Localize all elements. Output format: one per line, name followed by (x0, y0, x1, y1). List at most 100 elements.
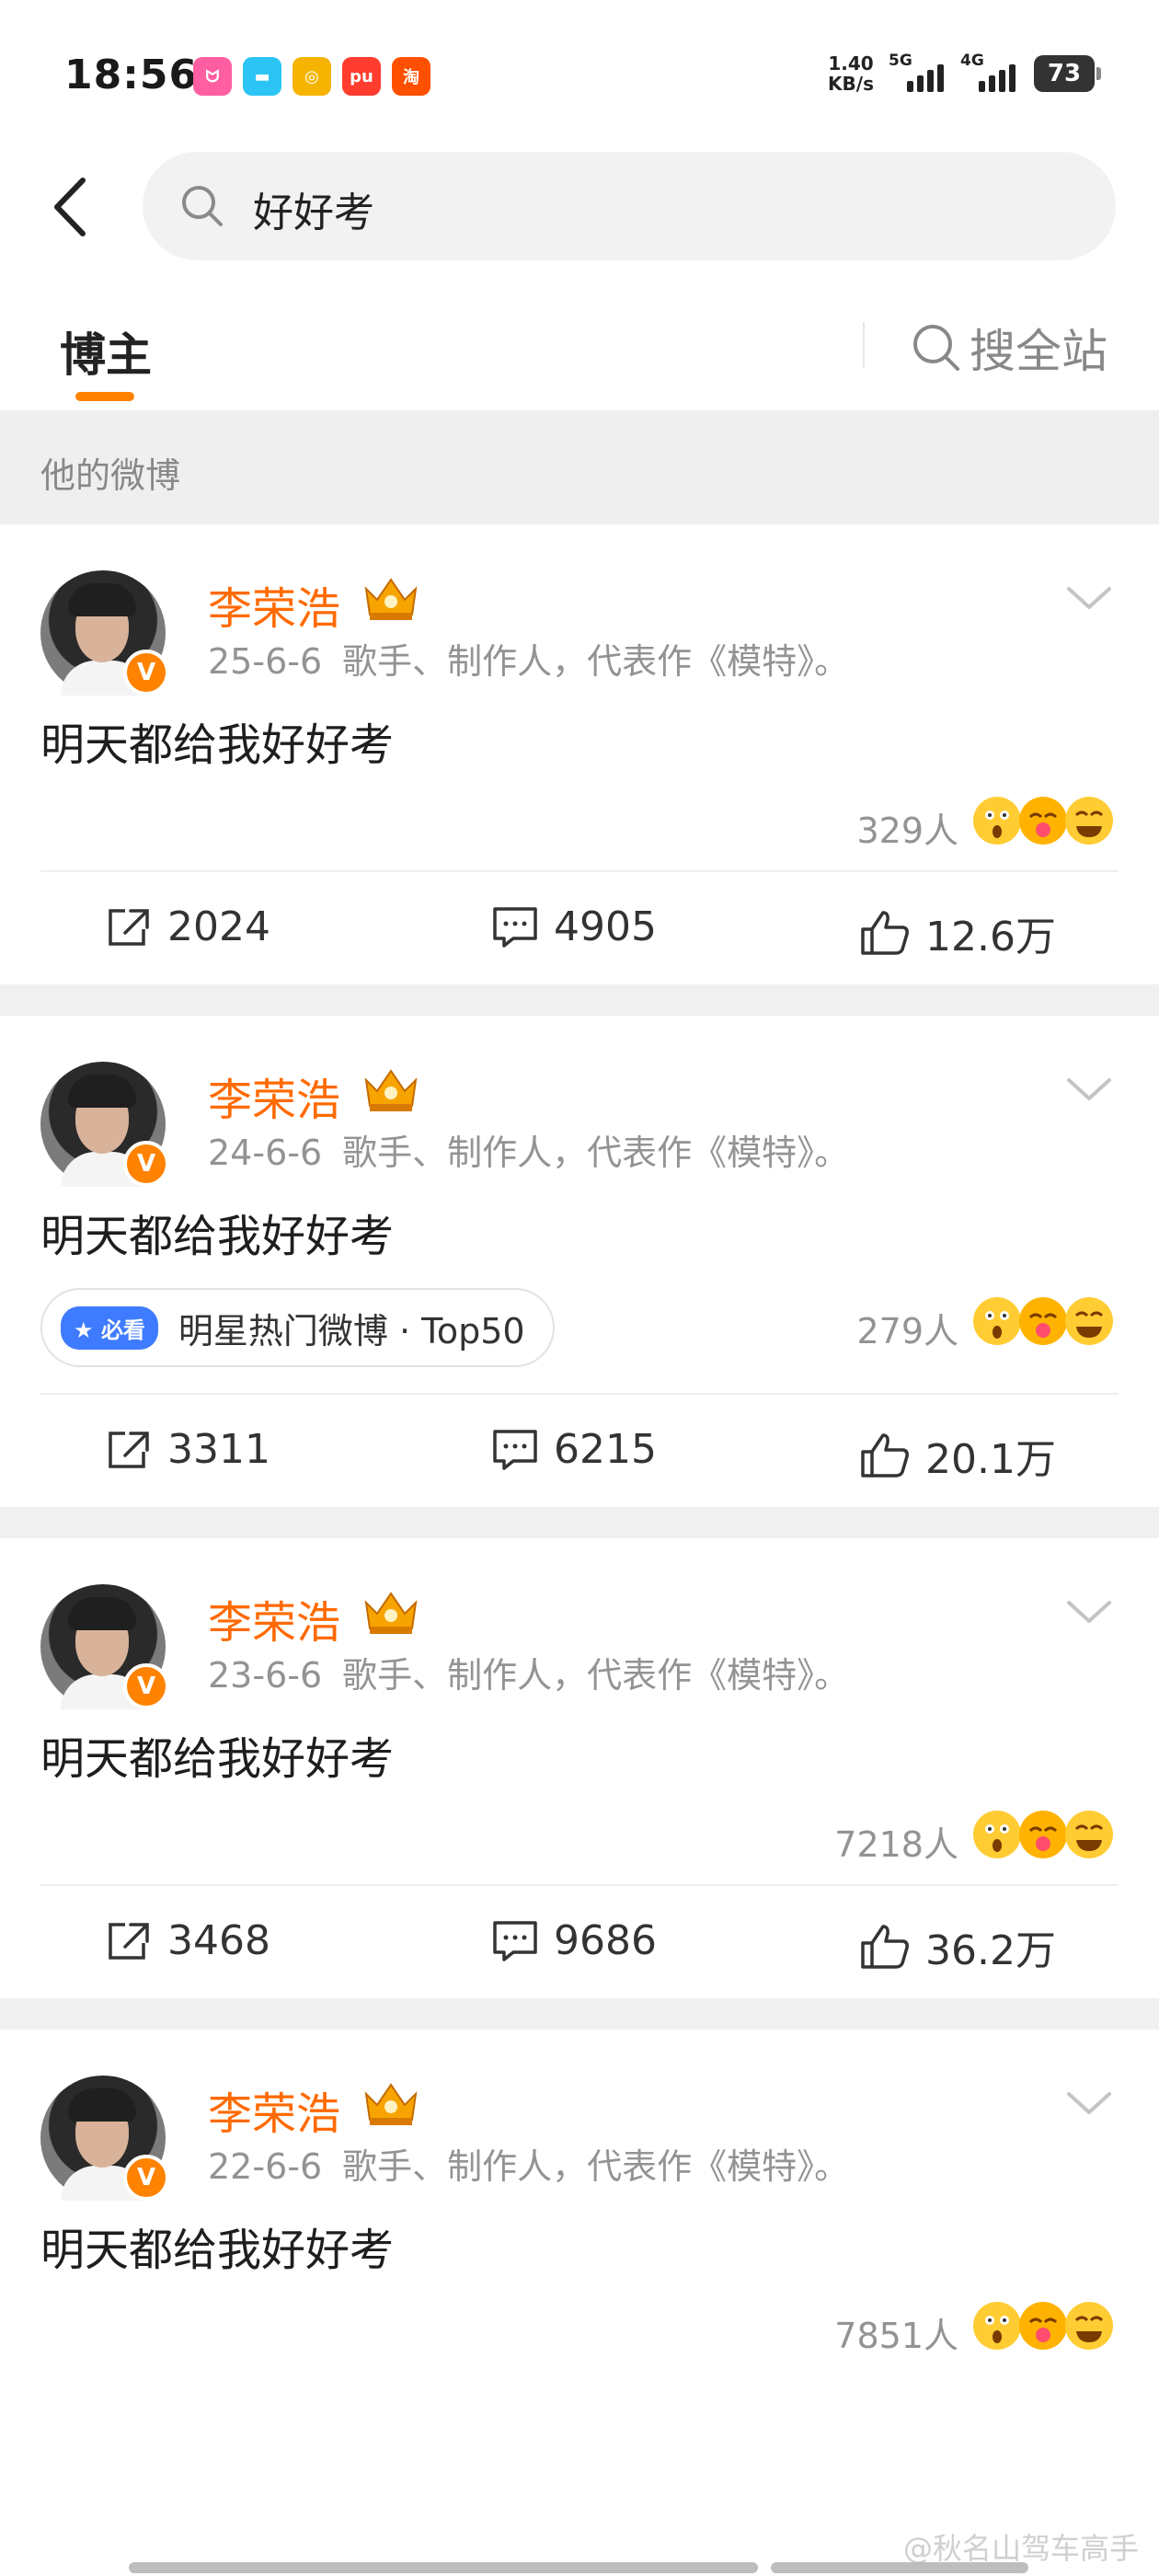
user-bio: 歌手、制作人，代表作《模特》。 (342, 1655, 850, 1696)
back-button[interactable] (42, 166, 98, 248)
section-header: 他的微博 (0, 410, 1159, 524)
reaction-emoji-icons[interactable] (970, 2298, 1117, 2353)
repost-count: 3468 (167, 1917, 270, 1964)
status-indicators: 1.40 KB/s 5G 4G 73 (828, 52, 1101, 95)
like-count: 36.2万 (925, 1927, 1056, 1974)
cloud-app-icon: ▬ (243, 57, 281, 96)
home-indicator (399, 2562, 758, 2573)
search-icon (182, 186, 223, 226)
back-arrow-icon (54, 178, 86, 236)
tab-blogger[interactable]: 博主 (60, 318, 152, 385)
crown-icon (364, 2083, 418, 2125)
chevron-down-icon[interactable] (1065, 1071, 1113, 1108)
crown-icon (364, 578, 418, 620)
search-input[interactable]: 好好考 (143, 152, 1116, 260)
username[interactable]: 李荣浩 (208, 1064, 340, 1128)
tab-bar: 博主 搜全站 (0, 294, 1159, 410)
post-text[interactable]: 明天都给我好好考 (0, 2214, 1159, 2287)
repost-button[interactable]: 2024 (105, 903, 270, 950)
status-bar: 18:56 ᗢ ▬ ◎ pu 淘 1.40 KB/s 5G 4G 73 (0, 0, 1159, 147)
comment-button[interactable]: 9686 (491, 1917, 657, 1964)
tab-divider (863, 322, 865, 368)
comment-icon (493, 906, 537, 948)
tab-active-indicator (75, 392, 134, 401)
must-see-badge: ★ 必看 (61, 1305, 158, 1350)
status-time: 18:56 (64, 52, 199, 98)
post-meta: 24-6-6 歌手、制作人，代表作《模特》。 (208, 1124, 849, 1175)
notification-app-icons: ᗢ ▬ ◎ pu 淘 (193, 57, 430, 96)
post-meta: 23-6-6 歌手、制作人，代表作《模特》。 (208, 1647, 849, 1697)
post-card[interactable]: V 李荣浩 23-6-6 歌手、制作人，代表作《模特》。 明天都给我好好考 721… (0, 1538, 1159, 2030)
verified-badge-icon: V (123, 650, 169, 696)
repost-button[interactable]: 3311 (105, 1426, 270, 1473)
like-button[interactable]: 20.1万 (859, 1426, 1056, 1485)
taobao-icon: 淘 (392, 57, 430, 96)
post-text[interactable]: 明天都给我好好考 (0, 1722, 1159, 1796)
like-button[interactable]: 12.6万 (859, 903, 1056, 962)
user-bio: 歌手、制作人，代表作《模特》。 (342, 2146, 850, 2187)
like-count: 20.1万 (925, 1436, 1056, 1483)
post-text[interactable]: 明天都给我好好考 (0, 1200, 1159, 1273)
comment-count: 4905 (554, 903, 657, 950)
bilibili-icon: ᗢ (193, 57, 232, 96)
network-speed: 1.40 KB/s (828, 52, 874, 95)
comment-button[interactable]: 4905 (491, 903, 657, 950)
post-date: 22-6-6 (208, 2146, 323, 2187)
post-date: 25-6-6 (208, 641, 323, 682)
post-card[interactable]: V 李荣浩 25-6-6 歌手、制作人，代表作《模特》。 明天都给我好好考 329… (0, 524, 1159, 1016)
signal-5g-icon: 5G (889, 52, 946, 92)
reaction-count[interactable]: 7218人 (834, 1816, 958, 1867)
post-date: 23-6-6 (208, 1655, 323, 1696)
verified-badge-icon: V (123, 2155, 169, 2201)
post-text[interactable]: 明天都给我好好考 (0, 708, 1159, 782)
verified-badge-icon: V (123, 1141, 169, 1187)
reaction-emoji-icons[interactable] (970, 793, 1117, 848)
thumbs-up-icon (861, 1925, 909, 1969)
post-date: 24-6-6 (208, 1133, 323, 1173)
repost-count: 2024 (167, 903, 270, 950)
username[interactable]: 李荣浩 (208, 2077, 340, 2142)
search-all-button[interactable]: 搜全站 (911, 315, 1107, 381)
user-bio: 歌手、制作人，代表作《模特》。 (342, 641, 850, 682)
search-icon (913, 325, 959, 371)
post-card[interactable]: V 李荣浩 22-6-6 歌手、制作人，代表作《模特》。 明天都给我好好考 785… (0, 2030, 1159, 2375)
like-button[interactable]: 36.2万 (859, 1917, 1056, 1976)
reaction-emoji-icons[interactable] (970, 1294, 1117, 1349)
post-card[interactable]: V 李荣浩 24-6-6 歌手、制作人，代表作《模特》。 明天都给我好好考 ★ 必… (0, 1016, 1159, 1538)
post-meta: 25-6-6 歌手、制作人，代表作《模特》。 (208, 633, 849, 684)
hot-post-tag[interactable]: ★ 必看 明星热门微博 · Top50 (40, 1288, 555, 1367)
crown-icon (364, 1069, 418, 1111)
repost-button[interactable]: 3468 (105, 1917, 270, 1964)
pdd-icon: pu (342, 57, 381, 96)
search-query: 好好考 (253, 190, 374, 236)
chevron-down-icon[interactable] (1065, 1593, 1113, 1630)
share-icon (109, 1922, 149, 1960)
share-icon (109, 908, 149, 946)
comment-count: 9686 (554, 1917, 657, 1964)
user-bio: 歌手、制作人，代表作《模特》。 (342, 1133, 850, 1173)
weibo-icon: ◎ (293, 57, 331, 96)
post-feed: V 李荣浩 25-6-6 歌手、制作人，代表作《模特》。 明天都给我好好考 329… (0, 524, 1159, 2375)
username[interactable]: 李荣浩 (208, 572, 340, 637)
username[interactable]: 李荣浩 (208, 1586, 340, 1650)
reaction-count[interactable]: 279人 (856, 1303, 958, 1353)
comment-icon (493, 1429, 537, 1470)
post-actions: 3311 6215 20.1万 (40, 1393, 1119, 1507)
home-indicator (771, 2562, 1028, 2573)
search-all-label: 搜全站 (970, 325, 1107, 378)
crown-icon (364, 1592, 418, 1634)
like-count: 12.6万 (925, 914, 1056, 960)
comment-button[interactable]: 6215 (491, 1426, 657, 1473)
post-actions: 3468 9686 36.2万 (40, 1884, 1119, 1998)
comment-count: 6215 (554, 1426, 657, 1473)
reaction-count[interactable]: 7851人 (834, 2307, 958, 2358)
comment-icon (493, 1920, 537, 1961)
repost-count: 3311 (167, 1426, 270, 1473)
chevron-down-icon[interactable] (1065, 2085, 1113, 2122)
reaction-count[interactable]: 329人 (856, 802, 958, 853)
thumbs-up-icon (861, 911, 909, 955)
reaction-emoji-icons[interactable] (970, 1807, 1117, 1862)
thumbs-up-icon (861, 1433, 909, 1478)
hot-tag-label: 明星热门微博 · Top50 (178, 1310, 525, 1351)
chevron-down-icon[interactable] (1065, 580, 1113, 616)
